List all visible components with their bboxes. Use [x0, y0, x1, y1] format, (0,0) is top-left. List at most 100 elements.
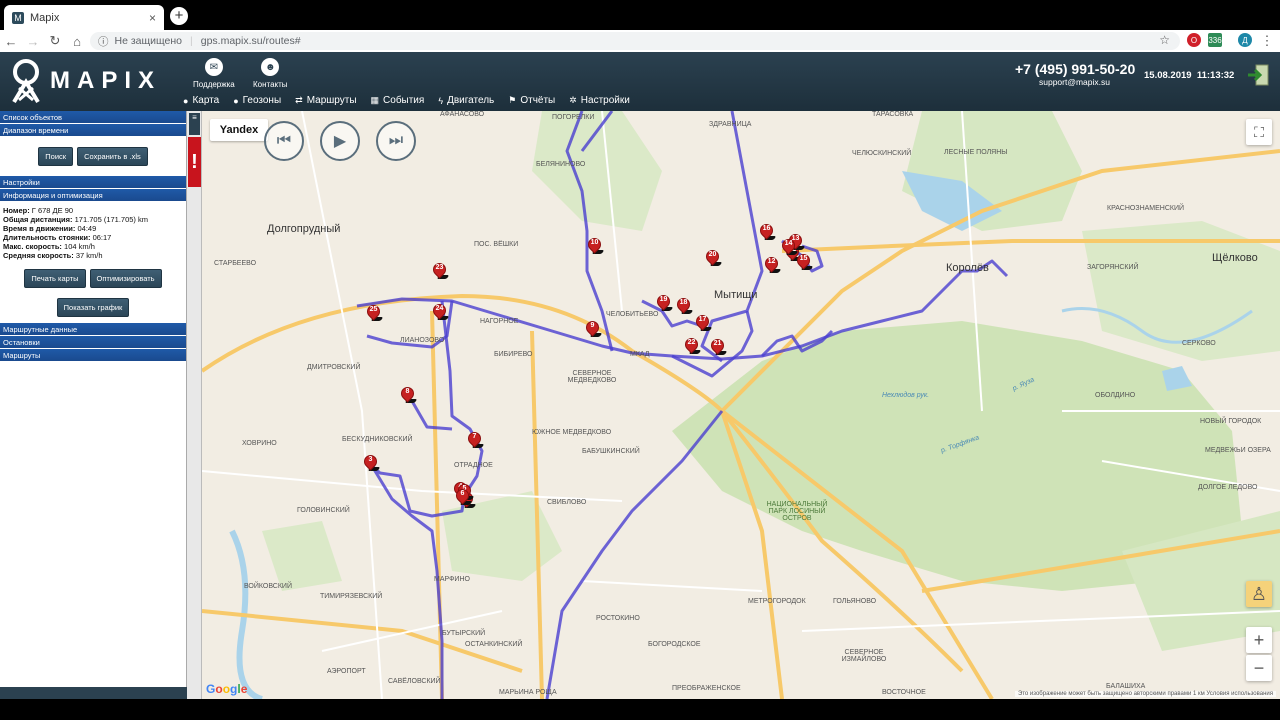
save-xls-button[interactable]: Сохранить в .xls: [77, 147, 148, 166]
nav-routes-label: Маршруты: [306, 95, 357, 106]
route-data-header[interactable]: Маршрутные данные: [0, 322, 186, 336]
back-icon[interactable]: ←: [0, 34, 22, 49]
route-marker[interactable]: 16: [757, 221, 777, 241]
map-canvas[interactable]: [202, 111, 1280, 699]
route-marker[interactable]: 15: [794, 251, 814, 271]
nav-geozones[interactable]: ● Геозоны: [233, 95, 281, 106]
stops-header[interactable]: Остановки: [0, 335, 186, 349]
zoom-out-button[interactable]: −: [1246, 655, 1272, 681]
route-marker[interactable]: 18: [674, 295, 694, 315]
home-icon[interactable]: ⌂: [66, 34, 88, 49]
browser-menu-icon[interactable]: ⋮: [1256, 33, 1278, 49]
chat-icon: ✉: [204, 58, 223, 76]
bookmark-star-icon[interactable]: ☆: [1159, 33, 1170, 47]
map-label: Гольяново: [833, 598, 877, 605]
forward-icon[interactable]: →: [22, 34, 44, 49]
browser-tab[interactable]: M Mapix ×: [4, 5, 164, 30]
info-icon[interactable]: ⓘ: [98, 34, 109, 49]
alert-icon[interactable]: !: [188, 137, 201, 187]
profile-avatar[interactable]: Д: [1238, 33, 1252, 47]
zoom-in-button[interactable]: +: [1246, 627, 1272, 653]
map-label: Балашиха: [1106, 683, 1146, 690]
route-marker[interactable]: 25: [364, 302, 384, 322]
route-marker[interactable]: 9: [583, 318, 603, 338]
map-label: Беляниново: [536, 161, 586, 168]
logout-icon[interactable]: [1246, 64, 1270, 86]
route-marker[interactable]: 8: [398, 384, 418, 404]
opera-extension-icon[interactable]: O: [1187, 33, 1201, 47]
nav-engine[interactable]: ϟ Двигатель: [438, 95, 494, 106]
search-button[interactable]: Поиск: [38, 147, 74, 166]
info-optimization-header[interactable]: Информация и оптимизация: [0, 189, 186, 202]
map-label: Тимирязевский: [320, 593, 383, 600]
map-label: Останкинский: [465, 641, 523, 648]
route-marker[interactable]: 14: [779, 236, 799, 256]
current-datetime: 15.08.2019 11:13:32: [1144, 70, 1234, 81]
support-email[interactable]: support@mapix.su: [1039, 77, 1110, 87]
url-field[interactable]: ⓘ Не защищено | gps.mapix.su/routes# ☆: [90, 32, 1180, 50]
gear-icon: ✲: [569, 95, 577, 105]
contacts-button[interactable]: ☻ Контакты: [253, 58, 288, 89]
nav-events-label: События: [383, 95, 425, 106]
time-range-header[interactable]: Диапазон времени: [0, 124, 186, 137]
map-label: Тарасовка: [872, 111, 914, 118]
print-map-button[interactable]: Печать карты: [24, 268, 86, 288]
map-label: Королёв: [946, 262, 989, 274]
nav-events[interactable]: ▦ События: [371, 95, 425, 106]
map-label: Богородское: [648, 641, 701, 648]
tab-close-icon[interactable]: ×: [149, 11, 156, 25]
map-label: Щёлково: [1212, 252, 1258, 264]
map-label: Ростокино: [596, 615, 640, 622]
collapse-sidebar-icon[interactable]: ≡: [189, 113, 200, 135]
route-marker[interactable]: 7: [465, 429, 485, 449]
reload-icon[interactable]: ↻: [44, 33, 66, 49]
play-icon[interactable]: ▶: [320, 121, 360, 161]
fast-forward-icon[interactable]: ⏭: [376, 121, 416, 161]
route-marker[interactable]: 3: [361, 452, 381, 472]
nav-settings[interactable]: ✲ Настройки: [569, 95, 630, 106]
map-label: Челюскинский: [852, 150, 912, 157]
show-chart-button[interactable]: Показать график: [56, 297, 130, 317]
support-button[interactable]: ✉ Поддержка: [193, 58, 235, 89]
map-label: Серково: [1182, 340, 1216, 347]
nav-reports[interactable]: ⚑ Отчёты: [508, 95, 555, 106]
sidebar-collapse-strip: ≡ !: [187, 111, 202, 699]
map-label: Свиблово: [547, 499, 587, 506]
map-label: национальный парк Лосиный остров: [766, 501, 828, 522]
counter-extension-icon[interactable]: 336: [1208, 33, 1222, 47]
route-marker[interactable]: 22: [682, 335, 702, 355]
nav-settings-label: Настройки: [580, 95, 630, 106]
nav-routes[interactable]: ⇄ Маршруты: [295, 95, 356, 106]
map-provider-button[interactable]: Yandex: [210, 119, 268, 141]
new-tab-button[interactable]: +: [170, 7, 188, 25]
route-marker[interactable]: 10: [585, 235, 605, 255]
map-copyright[interactable]: Это изображение может быть защищено авто…: [1014, 691, 1276, 697]
fullscreen-icon[interactable]: ⛶: [1246, 119, 1272, 145]
route-marker[interactable]: 6: [453, 486, 473, 506]
route-marker[interactable]: 24: [430, 301, 450, 321]
map-label: Войковский: [244, 583, 292, 590]
route-marker[interactable]: 19: [654, 292, 674, 312]
map-label: Медвежьи Озера: [1205, 447, 1271, 454]
security-status: Не защищено: [114, 35, 183, 47]
map-label: Лесные Поляны: [944, 149, 1008, 156]
routes-header[interactable]: Маршруты: [0, 348, 186, 362]
route-marker[interactable]: 20: [703, 247, 723, 267]
map-view[interactable]: Долгопрудный Мытищи Королёв Щёлково Стар…: [202, 111, 1280, 699]
map-label: Восточное: [882, 689, 926, 696]
map-label: Метрогородок: [748, 598, 806, 605]
main-nav: ● Карта ● Геозоны ⇄ Маршруты ▦ События ϟ Двиг…: [183, 95, 630, 106]
optimize-button[interactable]: Оптимизировать: [89, 268, 162, 288]
route-marker[interactable]: 23: [430, 260, 450, 280]
settings-header[interactable]: Настройки: [0, 176, 186, 189]
mapix-logo[interactable]: MAPIX: [10, 57, 170, 105]
nav-map[interactable]: ● Карта: [183, 95, 219, 106]
rewind-icon[interactable]: ⏮: [264, 121, 304, 161]
route-marker[interactable]: 12: [762, 254, 782, 274]
street-view-pegman-icon[interactable]: ♙: [1246, 581, 1272, 607]
objects-list-header[interactable]: Список объектов: [0, 111, 186, 124]
route-marker[interactable]: 17: [693, 312, 713, 332]
support-label: Поддержка: [193, 80, 235, 89]
bolt-icon: ϟ: [438, 95, 444, 106]
route-marker[interactable]: 21: [708, 336, 728, 356]
